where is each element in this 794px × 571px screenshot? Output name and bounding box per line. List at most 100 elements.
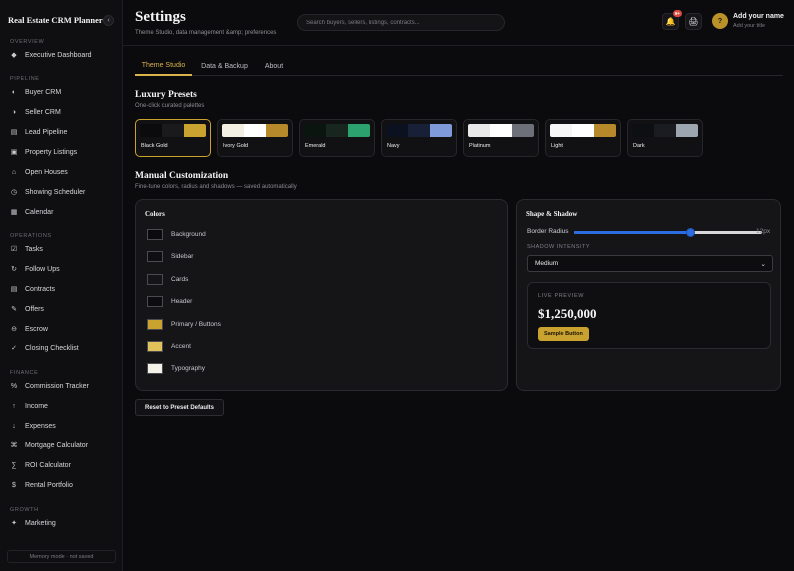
preset-card-light[interactable]: Light	[545, 119, 621, 157]
color-row-accent: Accent	[147, 340, 191, 352]
sidebar: Real Estate CRM Planner ‹ OVERVIEW PIPELI…	[0, 0, 123, 571]
preset-name: Black Gold	[141, 143, 168, 149]
color-label: Sidebar	[171, 252, 194, 260]
user-title[interactable]: Add your title	[733, 23, 765, 29]
section-label-overview: OVERVIEW	[10, 39, 45, 45]
preset-card-navy[interactable]: Navy	[381, 119, 457, 157]
sidebar-item-contracts[interactable]: ▤ Contracts	[0, 281, 122, 297]
preset-name: Dark	[633, 143, 645, 149]
sample-button[interactable]: Sample Button	[538, 327, 589, 341]
preset-card-emerald[interactable]: Emerald	[299, 119, 375, 157]
preset-card-dark[interactable]: Dark	[627, 119, 703, 157]
color-row-cards: Cards	[147, 273, 188, 285]
swatch	[550, 124, 572, 137]
app-title: Real Estate CRM Planner	[8, 15, 103, 25]
manual-heading: Manual Customization	[135, 171, 229, 181]
preset-swatches	[550, 124, 616, 137]
sidebar-item-executive-dashboard[interactable]: ◆ Executive Dashboard	[0, 47, 122, 63]
sidebar-item-open-houses[interactable]: ⌂ Open Houses	[0, 164, 122, 180]
preset-name: Light	[551, 143, 563, 149]
color-picker[interactable]	[147, 250, 163, 262]
reset-preset-defaults-button[interactable]: Reset to Preset Defaults	[135, 399, 224, 416]
swatch	[632, 124, 654, 137]
color-label: Typography	[171, 364, 205, 372]
sidebar-item-label: ROI Calculator	[25, 461, 71, 469]
user-name[interactable]: Add your name	[733, 13, 784, 20]
sidebar-item-commission-tracker[interactable]: % Commission Tracker	[0, 378, 122, 394]
sidebar-item-property-listings[interactable]: ▣ Property Listings	[0, 144, 122, 160]
sidebar-item-mortgage-calculator[interactable]: ⌘ Mortgage Calculator	[0, 437, 122, 453]
color-picker[interactable]	[147, 340, 163, 352]
color-row-header: Header	[147, 295, 192, 307]
preset-swatches	[222, 124, 288, 137]
chevron-down-icon: ⌄	[760, 260, 766, 268]
border-radius-value: 12px	[756, 228, 771, 235]
sidebar-item-follow-ups[interactable]: ↻ Follow Ups	[0, 261, 122, 277]
swatch	[512, 124, 534, 137]
preset-swatches	[632, 124, 698, 137]
diamond-icon: ◆	[11, 52, 17, 59]
shadow-intensity-select[interactable]: Medium ⌄	[527, 255, 773, 272]
swatch	[162, 124, 184, 137]
sidebar-item-buyer-crm[interactable]: ◐ Buyer CRM	[0, 84, 122, 100]
tab-data-backup[interactable]: Data & Backup	[196, 57, 253, 76]
notifications-button[interactable]: 🔔 9+	[662, 10, 682, 30]
color-picker[interactable]	[147, 362, 163, 374]
color-picker[interactable]	[147, 295, 163, 307]
preset-card-black-gold[interactable]: Black Gold	[135, 119, 211, 157]
color-picker[interactable]	[147, 318, 163, 330]
avatar[interactable]: ?	[712, 13, 728, 29]
sidebar-item-expenses[interactable]: ↓ Expenses	[0, 418, 122, 434]
sidebar-item-closing-checklist[interactable]: ✓ Closing Checklist	[0, 340, 122, 356]
sidebar-item-label: Open Houses	[25, 168, 68, 176]
tab-about[interactable]: About	[257, 57, 291, 76]
sidebar-item-marketing[interactable]: ✦ Marketing	[0, 515, 122, 531]
sidebar-item-escrow[interactable]: ⊖ Escrow	[0, 321, 122, 337]
color-label: Header	[171, 297, 193, 305]
sigma-icon: ∑	[11, 461, 17, 469]
section-label-pipeline: PIPELINE	[10, 76, 40, 82]
sidebar-item-income[interactable]: ↑ Income	[0, 398, 122, 414]
sidebar-item-label: Executive Dashboard	[25, 51, 92, 59]
border-radius-slider[interactable]	[574, 228, 762, 237]
sidebar-item-calendar[interactable]: ▦ Calendar	[0, 204, 122, 220]
calendar-icon: ▦	[10, 209, 18, 216]
sidebar-item-roi-calculator[interactable]: ∑ ROI Calculator	[0, 457, 122, 473]
tab-theme-studio[interactable]: Theme Studio	[135, 57, 192, 76]
print-button[interactable]: 🖨	[685, 13, 702, 30]
swatch	[408, 124, 430, 137]
presets-heading: Luxury Presets	[135, 90, 197, 100]
color-row-sidebar: Sidebar	[147, 250, 193, 262]
sidebar-item-offers[interactable]: ✎ Offers	[0, 301, 122, 317]
swatch	[654, 124, 676, 137]
sidebar-item-label: Property Listings	[25, 148, 78, 156]
sidebar-item-showing-scheduler[interactable]: ◷ Showing Scheduler	[0, 184, 122, 200]
sidebar-item-rental-portfolio[interactable]: $ Rental Portfolio	[0, 477, 122, 493]
preview-price: $1,250,000	[538, 306, 597, 321]
color-label: Accent	[171, 342, 191, 350]
manual-subtitle: Fine-tune colors, radius and shadows — s…	[135, 184, 297, 190]
sidebar-item-label: Escrow	[25, 325, 48, 333]
slider-thumb[interactable]	[686, 228, 696, 237]
dollar-icon: $	[12, 481, 16, 489]
color-picker[interactable]	[147, 273, 163, 285]
sidebar-item-seller-crm[interactable]: ◑ Seller CRM	[0, 104, 122, 120]
search-input[interactable]	[297, 14, 505, 31]
live-preview-card: LIVE PREVIEW $1,250,000 Sample Button	[527, 282, 771, 349]
color-picker[interactable]	[147, 228, 163, 240]
sidebar-item-label: Income	[25, 402, 48, 410]
color-label: Background	[171, 230, 206, 238]
color-row-typography: Typography	[147, 362, 205, 374]
section-label-operations: OPERATIONS	[10, 233, 52, 239]
brand: Real Estate CRM Planner ‹	[0, 0, 122, 30]
shadow-intensity-label: SHADOW INTENSITY	[527, 244, 591, 250]
half-circle-icon: ◐	[11, 88, 17, 96]
preset-card-platinum[interactable]: Platinum	[463, 119, 539, 157]
sidebar-item-tasks[interactable]: ☑ Tasks	[0, 241, 122, 257]
collapse-sidebar-button[interactable]: ‹	[103, 14, 114, 26]
slider-fill	[574, 231, 691, 234]
preset-card-ivory-gold[interactable]: Ivory Gold	[217, 119, 293, 157]
swatch	[244, 124, 266, 137]
sidebar-item-lead-pipeline[interactable]: ▤ Lead Pipeline	[0, 124, 122, 140]
color-label: Cards	[171, 275, 189, 283]
